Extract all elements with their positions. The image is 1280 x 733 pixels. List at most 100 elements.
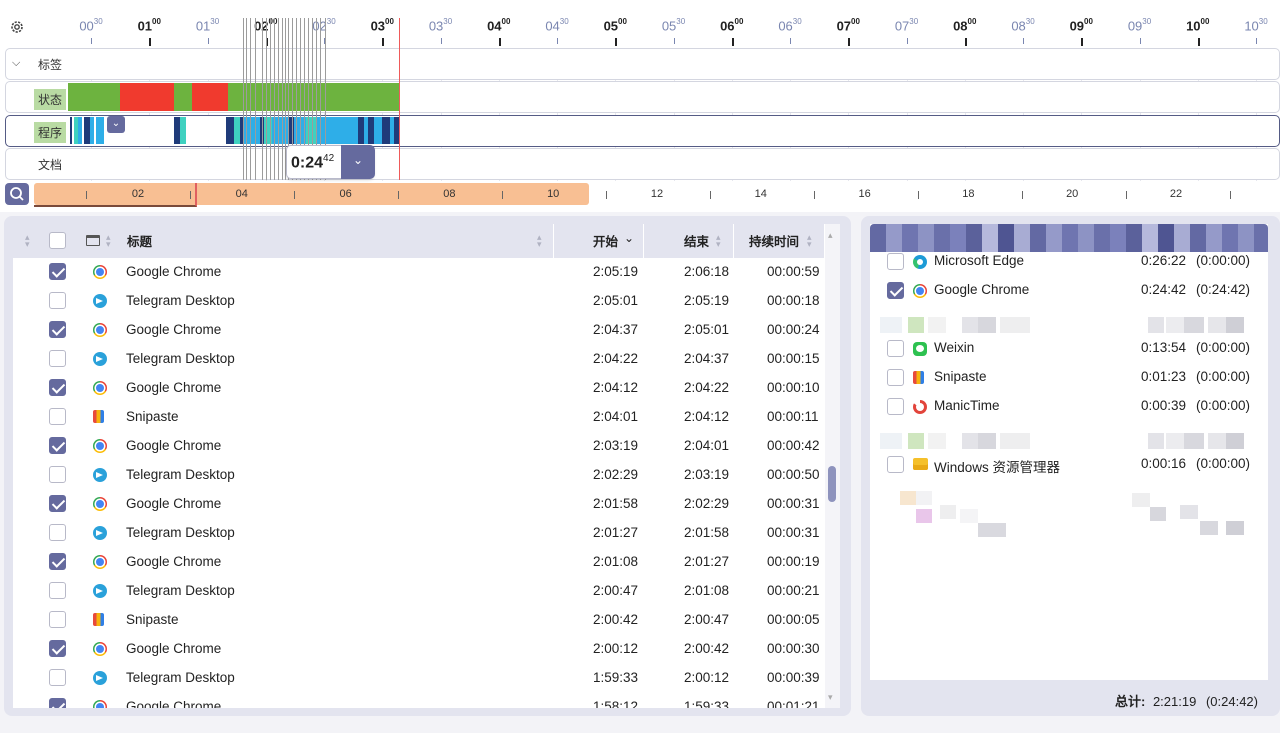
row-checkbox[interactable]	[49, 292, 66, 309]
app-checkbox[interactable]	[887, 398, 904, 415]
app-row[interactable]: Snipaste 0:01:23 (0:00:00)	[870, 369, 1268, 398]
table-row[interactable]: Google Chrome 2:04:37 2:05:01 00:00:24	[13, 316, 825, 345]
program-segment[interactable]	[70, 117, 72, 144]
ruler-viewport[interactable]	[34, 183, 197, 207]
timeline-row-tags[interactable]: ⌵ 标签	[5, 48, 1280, 80]
sort-icon[interactable]: ▴ ▾	[807, 233, 812, 249]
program-segment[interactable]	[330, 117, 358, 144]
row-checkbox[interactable]	[49, 466, 66, 483]
program-segment[interactable]	[96, 117, 104, 144]
row-checkbox[interactable]	[49, 698, 66, 708]
table-row[interactable]: Google Chrome 2:01:58 2:02:29 00:00:31	[13, 490, 825, 519]
table-row[interactable]: Telegram Desktop 2:04:22 2:04:37 00:00:15	[13, 345, 825, 374]
table-row[interactable]: Telegram Desktop 2:00:47 2:01:08 00:00:21	[13, 577, 825, 606]
app-row[interactable]: Weixin 0:13:54 (0:00:00)	[870, 340, 1268, 369]
table-scrollbar[interactable]: ▴ ▾	[825, 224, 840, 708]
row-checkbox[interactable]	[49, 379, 66, 396]
status-segment[interactable]	[68, 83, 120, 111]
table-row[interactable]: Telegram Desktop 2:02:29 2:03:19 00:00:50	[13, 461, 825, 490]
sort-icon[interactable]: ▴ ▾	[106, 233, 111, 249]
header-end[interactable]: 结束	[684, 231, 709, 250]
app-row[interactable]: ManicTime 0:00:39 (0:00:00)	[870, 398, 1268, 427]
row-checkbox[interactable]	[49, 640, 66, 657]
chrome-icon	[93, 265, 107, 279]
status-segment[interactable]	[192, 83, 228, 111]
sort-icon[interactable]: ▴ ▾	[537, 233, 542, 249]
row-start: 2:04:22	[593, 351, 639, 366]
app-row[interactable]: Google Chrome 0:24:42 (0:24:42)	[870, 282, 1268, 311]
table-row[interactable]: Google Chrome 2:04:12 2:04:22 00:00:10	[13, 374, 825, 403]
program-segment[interactable]	[78, 117, 82, 144]
app-checkbox[interactable]	[887, 282, 904, 299]
header-start[interactable]: 开始	[593, 231, 618, 250]
table-row[interactable]: Snipaste 2:00:42 2:00:47 00:00:05	[13, 606, 825, 635]
table-row[interactable]: Google Chrome 2:01:08 2:01:27 00:00:19	[13, 548, 825, 577]
timeline-row-docs[interactable]: 文档	[5, 148, 1280, 180]
app-row[interactable]: Microsoft Edge 0:26:22 (0:00:00)	[870, 253, 1268, 282]
color-strip-block	[1190, 224, 1206, 252]
hour-label: 0900	[1069, 17, 1093, 34]
cursor-dropdown-button[interactable]: ⌄	[341, 145, 375, 179]
search-button[interactable]	[5, 183, 29, 205]
chrome-icon	[93, 439, 107, 453]
program-segment[interactable]	[374, 117, 382, 144]
app-row[interactable]: Windows 资源管理器 0:00:16 (0:00:00)	[870, 456, 1268, 485]
program-segment[interactable]	[90, 117, 94, 144]
table-row[interactable]: Google Chrome 2:05:19 2:06:18 00:00:59	[13, 258, 825, 287]
row-checkbox[interactable]	[49, 408, 66, 425]
timeline-row-program[interactable]: 程序 ⌄	[5, 115, 1280, 147]
row-checkbox[interactable]	[49, 553, 66, 570]
table-row[interactable]: Telegram Desktop 2:01:27 2:01:58 00:00:31	[13, 519, 825, 548]
cursor-time-badge[interactable]: 0:2442 ⌄	[286, 145, 375, 179]
program-segment[interactable]	[382, 117, 390, 144]
settings-gear-icon[interactable]	[9, 19, 25, 35]
app-time-sub: (0:00:00)	[1196, 340, 1251, 355]
row-checkbox[interactable]	[49, 611, 66, 628]
select-all-checkbox[interactable]	[49, 232, 66, 249]
status-bar[interactable]	[68, 83, 400, 111]
table-row[interactable]: Google Chrome 1:58:12 1:59:33 00:01:21	[13, 693, 825, 708]
blur-block	[1000, 317, 1030, 333]
scroll-up-icon[interactable]: ▴	[828, 230, 833, 241]
sort-icon[interactable]: ▴ ▾	[716, 233, 721, 249]
table-row[interactable]: Telegram Desktop 2:05:01 2:05:19 00:00:18	[13, 287, 825, 316]
app-checkbox[interactable]	[887, 456, 904, 473]
program-segment[interactable]	[180, 117, 186, 144]
table-row[interactable]: Google Chrome 2:00:12 2:00:42 00:00:30	[13, 635, 825, 664]
status-segment[interactable]	[228, 83, 400, 111]
row-checkbox[interactable]	[49, 524, 66, 541]
row-checkbox[interactable]	[49, 263, 66, 280]
ruler-label: 02	[131, 188, 145, 200]
status-segment[interactable]	[174, 83, 192, 111]
header-duration[interactable]: 持续时间	[749, 231, 799, 250]
program-dropdown-button[interactable]: ⌄	[107, 116, 125, 133]
zoom-ruler[interactable]: 02 04 06 08 10 12 14 16 18 20 22	[0, 183, 1280, 209]
chevron-down-icon[interactable]: ⌵	[12, 57, 20, 70]
header-title[interactable]: 标题	[127, 231, 152, 250]
timeline-row-status[interactable]: 状态	[5, 81, 1280, 113]
app-checkbox[interactable]	[887, 253, 904, 270]
row-checkbox[interactable]	[49, 669, 66, 686]
window-icon[interactable]	[86, 235, 100, 246]
program-segment[interactable]	[316, 117, 330, 144]
status-segment[interactable]	[120, 83, 174, 111]
table-row[interactable]: Snipaste 2:04:01 2:04:12 00:00:11	[13, 403, 825, 432]
hour-tick	[790, 38, 791, 44]
row-checkbox[interactable]	[49, 437, 66, 454]
app-checkbox[interactable]	[887, 340, 904, 357]
app-checkbox[interactable]	[887, 369, 904, 386]
row-checkbox[interactable]	[49, 582, 66, 599]
row-checkbox[interactable]	[49, 321, 66, 338]
row-checkbox[interactable]	[49, 495, 66, 512]
color-strip-block	[1062, 224, 1078, 252]
sort-desc-icon[interactable]: ⌄	[624, 231, 634, 245]
table-row[interactable]: Google Chrome 2:03:19 2:04:01 00:00:42	[13, 432, 825, 461]
timeline[interactable]: 0030010001300200023003000330040004300500…	[0, 0, 1280, 212]
table-row[interactable]: Telegram Desktop 1:59:33 2:00:12 00:00:39	[13, 664, 825, 693]
program-segment[interactable]	[226, 117, 234, 144]
hour-tick	[731, 38, 734, 46]
row-checkbox[interactable]	[49, 350, 66, 367]
scrollbar-thumb[interactable]	[828, 466, 836, 502]
sort-icon[interactable]: ▴ ▾	[25, 233, 30, 249]
scroll-down-icon[interactable]: ▾	[828, 692, 833, 703]
